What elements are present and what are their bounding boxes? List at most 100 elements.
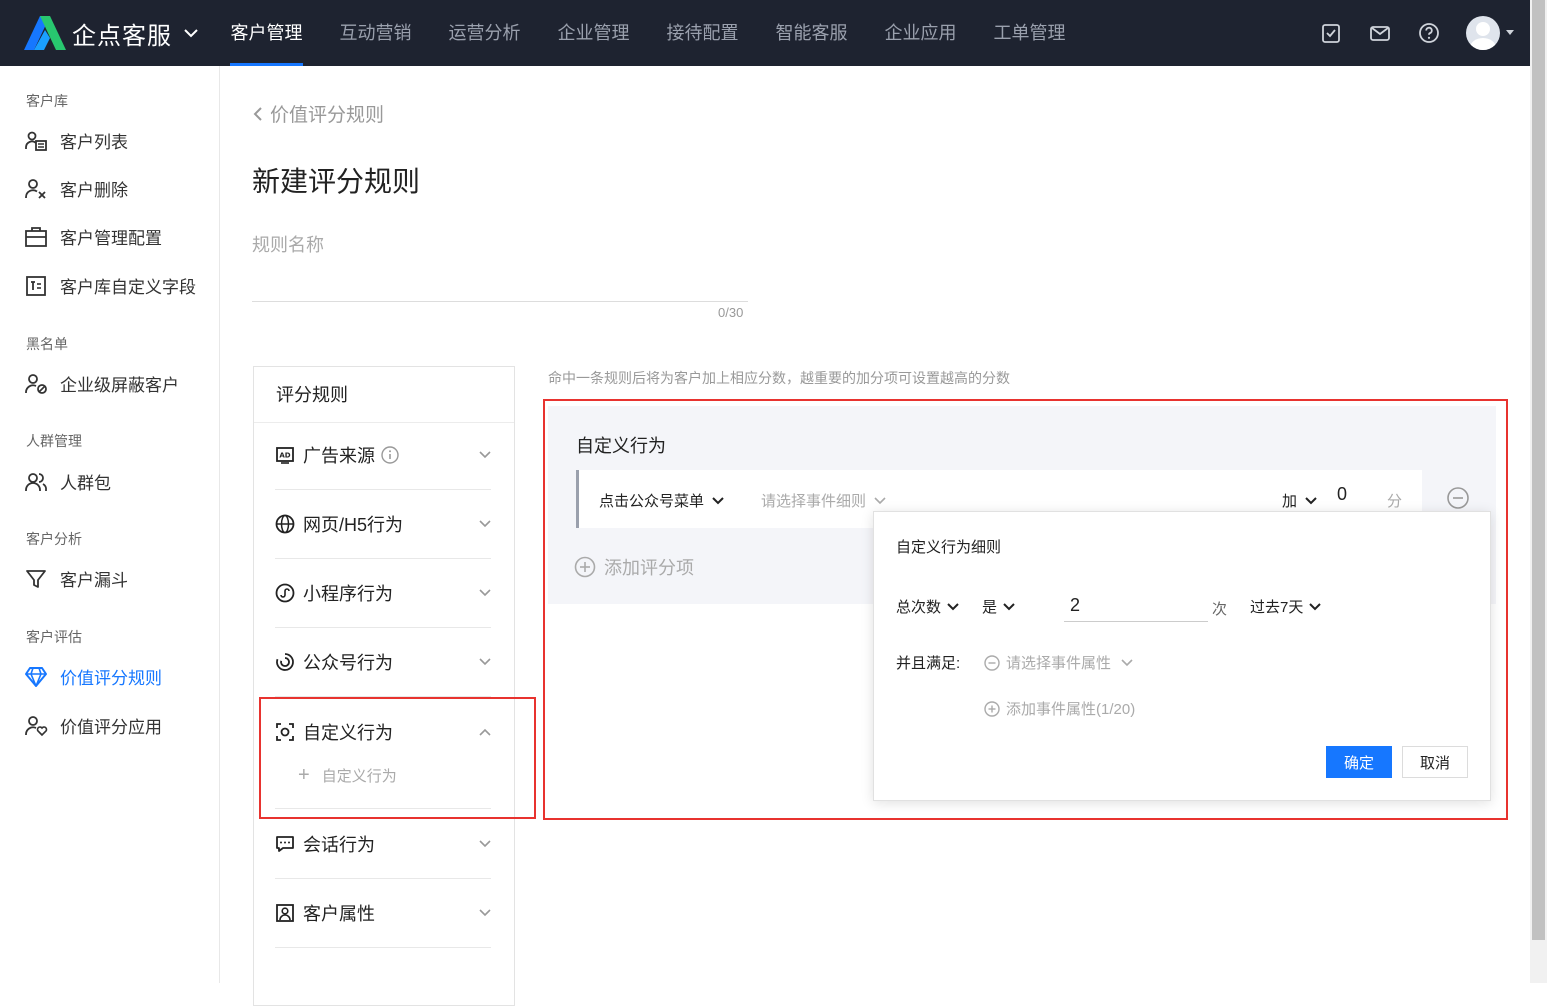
event-select[interactable]: 点击公众号菜单 [599, 490, 724, 511]
scrollbar-thumb[interactable] [1532, 0, 1545, 940]
top-right-tools [1293, 0, 1514, 66]
sidebar-item-label: 人群包 [60, 474, 111, 493]
count-unit: 次 [1212, 601, 1228, 618]
chevron-left-icon [253, 106, 262, 121]
rule-hint-text: 命中一条规则后将为客户加上相应分数，越重要的加分项可设置越高的分数 [548, 370, 1010, 386]
rule-official-account[interactable]: 公众号行为 [275, 628, 491, 697]
chevron-down-icon [479, 909, 491, 917]
funnel-icon [26, 569, 46, 588]
rules-panel-title: 评分规则 [254, 367, 514, 423]
briefcase-icon [25, 226, 47, 247]
nav-ticket-management[interactable]: 工单管理 [975, 0, 1084, 66]
cancel-button[interactable]: 取消 [1402, 746, 1468, 778]
sidebar-item-customer-config[interactable]: 客户管理配置 [24, 224, 162, 249]
custom-behavior-icon [276, 722, 294, 741]
popover-title: 自定义行为细则 [896, 539, 1002, 556]
sidebar-item-enterprise-block[interactable]: 企业级屏蔽客户 [24, 371, 179, 396]
count-input[interactable] [1064, 590, 1208, 622]
chevron-down-icon [947, 602, 959, 610]
avatar[interactable] [1466, 16, 1500, 50]
sidebar-item-value-score-apps[interactable]: 价值评分应用 [24, 713, 162, 738]
help-icon[interactable] [1418, 22, 1440, 44]
confirm-button[interactable]: 确定 [1326, 746, 1392, 778]
rule-customer-attributes[interactable]: 客户属性 [275, 879, 491, 948]
add-event-attribute-button[interactable]: 添加事件属性(1/20) [984, 698, 1135, 719]
remove-item-icon[interactable] [1446, 486, 1470, 510]
chevron-down-icon [479, 840, 491, 848]
rule-label: 客户属性 [303, 904, 375, 924]
user-heart-icon [25, 715, 48, 736]
divider [275, 808, 491, 809]
add-score-item-button[interactable]: 添加评分项 [574, 554, 694, 580]
nav-enterprise-management[interactable]: 企业管理 [539, 0, 648, 66]
mail-icon[interactable] [1369, 22, 1391, 44]
sidebar-item-value-score-rules[interactable]: 价值评分规则 [24, 664, 162, 689]
metric-value: 总次数 [896, 599, 942, 616]
event-select-value: 点击公众号菜单 [599, 493, 705, 510]
metric-select[interactable]: 总次数 [896, 596, 959, 617]
chevron-down-icon [1121, 658, 1133, 666]
rule-name-input[interactable] [252, 232, 748, 302]
rule-conversation[interactable]: 会话行为 [275, 810, 491, 879]
add-circle-icon [984, 700, 1000, 717]
task-check-icon[interactable] [1320, 22, 1342, 44]
sidebar-item-customer-delete[interactable]: 客户删除 [24, 176, 128, 201]
rule-label: 公众号行为 [303, 653, 393, 673]
nav-enterprise-apps[interactable]: 企业应用 [866, 0, 975, 66]
globe-icon [275, 514, 295, 534]
sidebar-item-label: 价值评分规则 [60, 669, 162, 688]
chevron-down-icon [1309, 602, 1322, 610]
rule-mini-program[interactable]: 小程序行为 [275, 559, 491, 628]
users-icon [25, 472, 47, 491]
sidebar-item-label: 客户删除 [60, 181, 128, 200]
event-detail-select[interactable]: 请选择事件细则 [761, 490, 886, 511]
period-value: 过去7天 [1250, 599, 1304, 616]
sidebar-item-crowd-pack[interactable]: 人群包 [24, 469, 111, 494]
rule-label: 网页/H5行为 [303, 515, 404, 535]
rule-custom-behavior[interactable]: 自定义行为 [275, 697, 491, 766]
chevron-down-icon [479, 451, 491, 459]
rule-web-h5[interactable]: 网页/H5行为 [275, 490, 491, 559]
scrollbar[interactable] [1530, 0, 1547, 983]
info-icon[interactable] [381, 446, 399, 464]
caret-down-icon[interactable] [1506, 30, 1514, 36]
sidebar-item-custom-fields[interactable]: 客户库自定义字段 [24, 273, 196, 298]
nav-operation-analysis[interactable]: 运营分析 [430, 0, 539, 66]
sidebar-item-label: 客户漏斗 [60, 571, 128, 590]
sidebar-item-customer-funnel[interactable]: 客户漏斗 [24, 566, 128, 591]
chevron-down-icon [479, 589, 491, 597]
remove-circle-icon[interactable] [984, 654, 1000, 671]
rule-sub-item-custom-behavior[interactable]: + 自定义行为 [298, 764, 397, 787]
condition-value: 是 [982, 599, 998, 616]
event-attribute-placeholder: 请选择事件属性 [1006, 655, 1112, 672]
chevron-down-icon[interactable] [184, 28, 198, 38]
add-event-attribute-label: 添加事件属性(1/20) [1006, 701, 1136, 718]
period-select[interactable]: 过去7天 [1250, 596, 1322, 617]
nav-smart-service[interactable]: 智能客服 [757, 0, 866, 66]
and-condition-label: 并且满足: [896, 655, 961, 672]
chat-icon [276, 836, 294, 852]
logo[interactable]: 企点客服 [24, 16, 198, 50]
score-unit: 分 [1387, 493, 1403, 510]
nav-interactive-marketing[interactable]: 互动营销 [321, 0, 430, 66]
sidebar-item-customer-list[interactable]: 客户列表 [24, 128, 128, 153]
page-title: 新建评分规则 [252, 166, 421, 197]
rule-label: 会话行为 [303, 835, 375, 855]
diamond-icon [25, 666, 47, 687]
condition-select[interactable]: 是 [982, 596, 1015, 617]
rule-ad-source[interactable]: AD 广告来源 [275, 421, 491, 490]
rule-label: 小程序行为 [303, 584, 393, 604]
event-attribute-select[interactable]: 请选择事件属性 [984, 652, 1133, 673]
sidebar-group-customer-library: 客户库 [26, 93, 68, 109]
rule-label: 广告来源 [303, 446, 375, 466]
top-nav-bar: 企点客服 客户管理 互动营销 运营分析 企业管理 接待配置 智能客服 企业应用 … [0, 0, 1530, 66]
main-nav: 客户管理 互动营销 运营分析 企业管理 接待配置 智能客服 企业应用 工单管理 [212, 0, 1084, 66]
back-link[interactable]: 价值评分规则 [252, 100, 384, 127]
operator-value: 加 [1282, 493, 1298, 510]
user-block-icon [25, 373, 47, 394]
operator-select[interactable]: 加 [1282, 490, 1317, 511]
card-title: 自定义行为 [576, 436, 666, 456]
nav-reception-config[interactable]: 接待配置 [648, 0, 757, 66]
nav-customer-management[interactable]: 客户管理 [212, 0, 321, 66]
score-input[interactable]: 0 [1337, 484, 1347, 505]
